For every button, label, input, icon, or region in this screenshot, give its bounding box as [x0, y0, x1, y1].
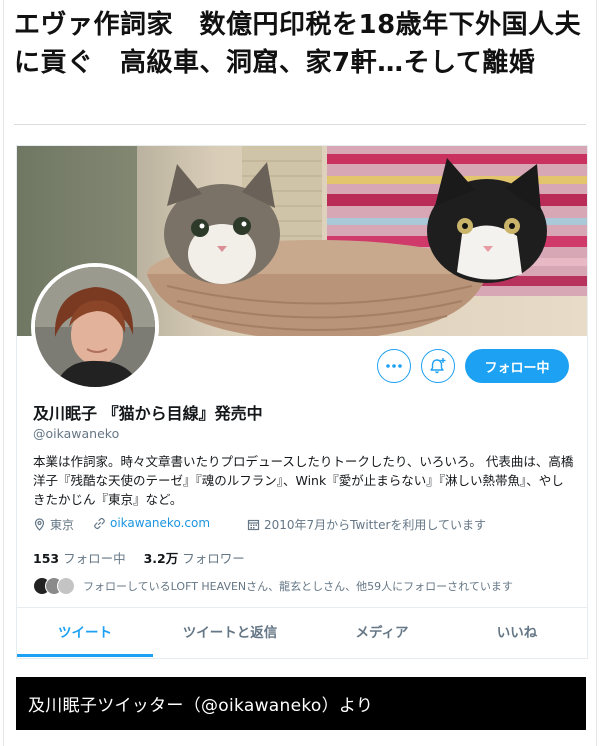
- bell-plus-icon: [430, 358, 446, 374]
- image-caption: 及川眠子ツイッター（@oikawaneko）より: [16, 677, 586, 730]
- profile-display-name: 及川眠子 『猫から目線』発売中: [33, 404, 263, 423]
- known-follower-avatar: [57, 577, 75, 595]
- tab-tweets[interactable]: ツイート: [17, 608, 153, 657]
- profile-avatar[interactable]: [31, 263, 159, 391]
- tab-tweets-and-replies[interactable]: ツイートと返信: [155, 608, 305, 654]
- location-text: 東京: [50, 518, 75, 532]
- notifications-button[interactable]: [421, 349, 455, 383]
- link-icon: [94, 517, 105, 529]
- following-label: フォロー中: [63, 551, 126, 566]
- location-pin-icon: [34, 518, 45, 531]
- followers-label: フォロワー: [182, 551, 245, 566]
- more-dots-icon: [386, 364, 402, 368]
- profile-tabs: ツイート ツイートと返信 メディア いいね: [17, 607, 587, 657]
- location-item: 東京: [33, 516, 74, 533]
- page-edge-right: [596, 0, 597, 746]
- profile-bio: 本業は作詞家。時々文章書いたりプロデュースしたりトークしたり、いろいろ。 代表曲…: [33, 454, 574, 507]
- more-options-button[interactable]: [377, 349, 411, 383]
- page-edge-left: [3, 0, 4, 746]
- twitter-profile-card: フォロー中 及川眠子 『猫から目線』発売中 @oikawaneko 本業は作詞家…: [16, 145, 588, 659]
- known-followers[interactable]: フォローしているLOFT HEAVENさん、龍玄としさん、他59人にフォローされ…: [33, 575, 513, 597]
- tab-likes[interactable]: いいね: [457, 608, 577, 654]
- profile-handle: @oikawaneko: [33, 426, 120, 441]
- following-button[interactable]: フォロー中: [465, 349, 569, 383]
- following-count-link[interactable]: 153 フォロー中: [33, 551, 126, 566]
- known-followers-text: フォローしているLOFT HEAVENさん、龍玄としさん、他59人にフォローされ…: [83, 580, 513, 593]
- profile-meta: 東京 oikawaneko.com 2010年7月からTwitterを利用してい…: [33, 516, 578, 534]
- joined-text: 2010年7月からTwitterを利用しています: [264, 518, 487, 532]
- headline-divider: [14, 124, 586, 125]
- article-headline: エヴァ作詞家 数億円印税を18歳年下外国人夫に貢ぐ 高級車、洞窟、家7軒…そして…: [14, 10, 582, 78]
- joined-item: 2010年7月からTwitterを利用しています: [247, 516, 486, 533]
- followers-count: 3.2万: [143, 551, 179, 566]
- website-link[interactable]: oikawaneko.com: [110, 516, 210, 530]
- tab-media[interactable]: メディア: [317, 608, 447, 654]
- follow-counts: 153 フォロー中 3.2万 フォロワー: [33, 548, 245, 567]
- website-item[interactable]: oikawaneko.com: [93, 516, 210, 530]
- avatar-portrait-image: [35, 267, 155, 387]
- calendar-icon: [247, 519, 260, 531]
- followers-count-link[interactable]: 3.2万 フォロワー: [144, 551, 245, 566]
- following-count: 153: [33, 551, 60, 566]
